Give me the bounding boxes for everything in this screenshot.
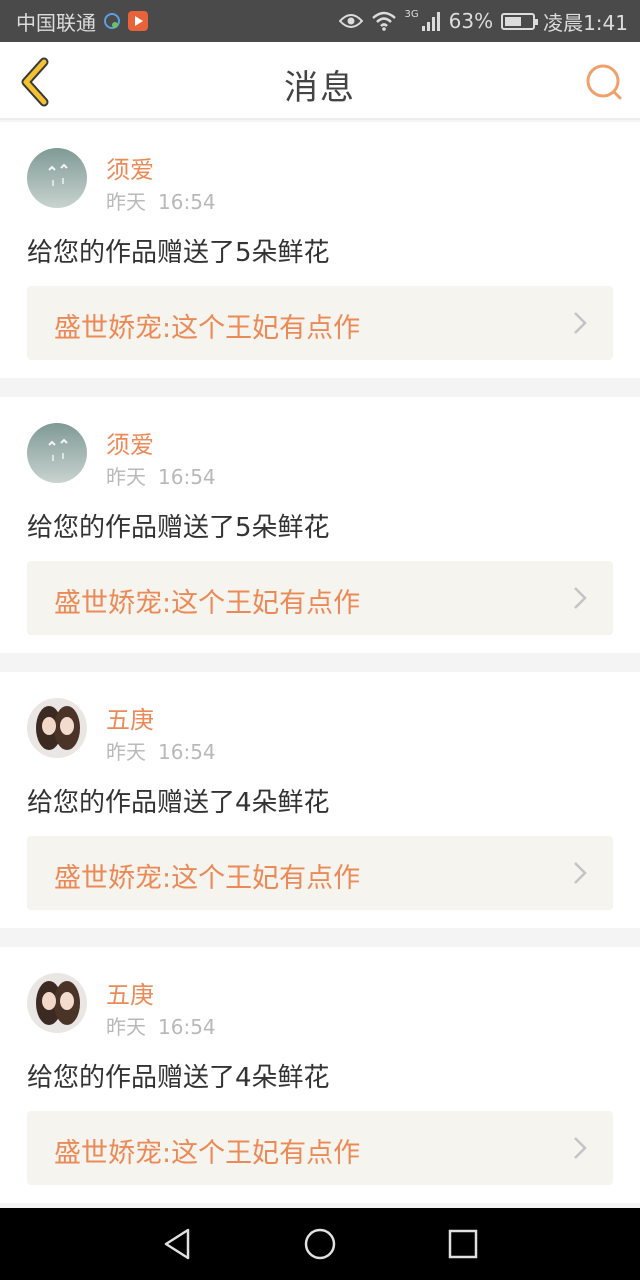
message-time: 昨天 16:54 <box>106 461 228 490</box>
battery-level <box>505 16 522 26</box>
clock: 凌晨1:41 <box>543 10 628 35</box>
portrait-avatar-icon <box>27 698 87 758</box>
avatar[interactable] <box>27 148 87 208</box>
chevron-right-icon <box>574 587 587 609</box>
work-title: 盛世娇宠:这个王妃有点作 <box>54 588 361 619</box>
message-clock: 16:54 <box>158 1015 216 1039</box>
status-bar: 中国联通 3G 63% 凌晨1:41 <box>0 0 640 42</box>
portrait-avatar-icon <box>27 973 87 1033</box>
user-name[interactable]: 须爱 <box>106 150 154 185</box>
network-type: 3G <box>404 8 419 20</box>
message-clock: 16:54 <box>158 190 216 214</box>
carrier-name: 中国联通 <box>16 10 96 35</box>
sky-avatar-icon <box>27 148 87 208</box>
app-header: 消息 <box>0 42 640 120</box>
message-date: 昨天 <box>106 465 146 489</box>
message-list: 须爱 昨天 16:54 给您的作品赠送了5朵鲜花 盛世娇宠:这个王妃有点作 须爱 … <box>0 122 640 1222</box>
message-date: 昨天 <box>106 740 146 764</box>
message-clock: 16:54 <box>158 465 216 489</box>
system-nav-bar <box>0 1208 640 1280</box>
sync-notification-icon <box>104 13 120 29</box>
user-name[interactable]: 五庚 <box>106 700 154 735</box>
battery-percent: 63% <box>448 9 494 33</box>
chevron-right-icon <box>574 312 587 334</box>
work-link[interactable]: 盛世娇宠:这个王妃有点作 <box>27 561 613 635</box>
search-icon <box>586 64 622 100</box>
chevron-right-icon <box>574 1137 587 1159</box>
square-recents-icon <box>448 1229 478 1259</box>
eye-icon <box>338 14 363 28</box>
video-app-icon <box>128 11 148 31</box>
wifi-icon <box>371 11 396 31</box>
message-card: 五庚 昨天 16:54 给您的作品赠送了4朵鲜花 盛世娇宠:这个王妃有点作 <box>0 672 640 928</box>
work-title: 盛世娇宠:这个王妃有点作 <box>54 313 361 344</box>
message-card: 须爱 昨天 16:54 给您的作品赠送了5朵鲜花 盛世娇宠:这个王妃有点作 <box>0 122 640 378</box>
message-card: 须爱 昨天 16:54 给您的作品赠送了5朵鲜花 盛世娇宠:这个王妃有点作 <box>0 397 640 653</box>
battery-icon <box>501 12 539 30</box>
signal-icon <box>421 12 440 31</box>
message-text: 给您的作品赠送了5朵鲜花 <box>27 238 330 268</box>
nav-back-button[interactable] <box>158 1226 198 1262</box>
message-text: 给您的作品赠送了4朵鲜花 <box>27 1063 330 1093</box>
user-name[interactable]: 须爱 <box>106 425 154 460</box>
circle-home-icon <box>304 1228 336 1260</box>
chevron-right-icon <box>574 862 587 884</box>
message-time: 昨天 16:54 <box>106 1011 228 1040</box>
triangle-back-icon <box>164 1228 190 1260</box>
work-link[interactable]: 盛世娇宠:这个王妃有点作 <box>27 836 613 910</box>
search-button[interactable] <box>584 62 624 102</box>
message-time: 昨天 16:54 <box>106 736 228 765</box>
avatar[interactable] <box>27 698 87 758</box>
message-text: 给您的作品赠送了5朵鲜花 <box>27 513 330 543</box>
page-title: 消息 <box>284 68 356 108</box>
message-clock: 16:54 <box>158 740 216 764</box>
avatar[interactable] <box>27 423 87 483</box>
nav-recents-button[interactable] <box>442 1226 482 1262</box>
message-time: 昨天 16:54 <box>106 186 228 215</box>
message-card: 五庚 昨天 16:54 给您的作品赠送了4朵鲜花 盛世娇宠:这个王妃有点作 <box>0 947 640 1203</box>
nav-home-button[interactable] <box>300 1226 340 1262</box>
work-title: 盛世娇宠:这个王妃有点作 <box>54 1138 361 1169</box>
message-date: 昨天 <box>106 1015 146 1039</box>
work-link[interactable]: 盛世娇宠:这个王妃有点作 <box>27 286 613 360</box>
user-name[interactable]: 五庚 <box>106 975 154 1010</box>
sky-avatar-icon <box>27 423 87 483</box>
message-date: 昨天 <box>106 190 146 214</box>
work-link[interactable]: 盛世娇宠:这个王妃有点作 <box>27 1111 613 1185</box>
avatar[interactable] <box>27 973 87 1033</box>
work-title: 盛世娇宠:这个王妃有点作 <box>54 863 361 894</box>
message-text: 给您的作品赠送了4朵鲜花 <box>27 788 330 818</box>
